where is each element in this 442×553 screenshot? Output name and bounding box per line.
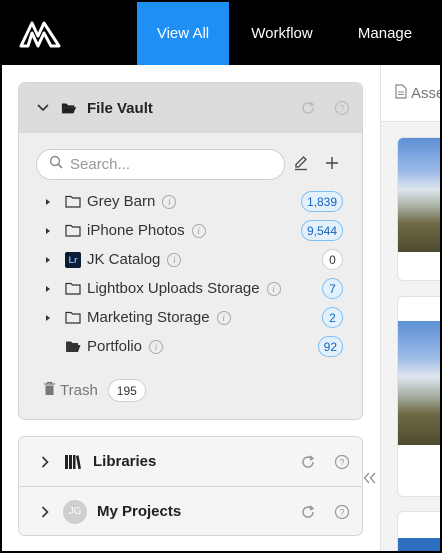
tree-item-label: Portfolio <box>87 338 143 355</box>
svg-text:?: ? <box>339 507 344 517</box>
tree-item-label: Lightbox Uploads Storage <box>87 280 260 297</box>
library-icon <box>63 454 83 470</box>
file-vault-header[interactable]: File Vault ? <box>19 83 362 133</box>
assets-tab-label: Assets <box>411 84 440 102</box>
trash-label: Trash <box>60 382 98 399</box>
folder-icon <box>64 281 82 297</box>
help-icon[interactable]: ? <box>334 454 350 470</box>
search-input[interactable] <box>70 156 270 173</box>
edit-icon[interactable] <box>291 153 311 173</box>
asset-thumbnail <box>398 138 440 252</box>
info-icon[interactable]: i <box>266 282 281 297</box>
info-icon[interactable]: i <box>149 340 164 355</box>
my-projects-title: My Projects <box>97 503 182 520</box>
file-vault-title: File Vault <box>87 99 153 117</box>
folder-icon <box>64 223 82 239</box>
libraries-header[interactable]: Libraries ? <box>19 437 362 486</box>
sidebar: File Vault ? Search... Grey Barn i 1,839… <box>2 65 380 551</box>
tree-item-portfolio[interactable]: Portfolio i 92 <box>19 332 362 361</box>
asset-panel: Assets <box>380 65 440 551</box>
asset-card[interactable] <box>397 511 440 551</box>
svg-text:?: ? <box>339 104 344 114</box>
collapse-sidebar-icon[interactable] <box>363 469 377 485</box>
folder-icon <box>64 194 82 210</box>
my-projects-header[interactable]: JG My Projects ? <box>19 487 362 536</box>
help-icon[interactable]: ? <box>334 504 350 520</box>
info-icon[interactable]: i <box>216 311 231 326</box>
asset-thumbnail <box>398 321 440 445</box>
info-icon[interactable]: i <box>162 195 177 210</box>
caret-right-icon[interactable] <box>44 284 52 294</box>
document-icon <box>395 83 407 103</box>
trash-item[interactable]: Trash 195 <box>43 379 146 402</box>
folder-open-icon <box>61 100 77 116</box>
trash-icon <box>43 381 56 400</box>
tree-item-label: JK Catalog <box>87 251 161 268</box>
tab-assets[interactable]: Assets <box>381 65 440 122</box>
tree-item-grey-barn[interactable]: Grey Barn i 1,839 <box>19 187 362 216</box>
folder-icon <box>64 310 82 326</box>
my-projects-panel: JG My Projects ? <box>18 486 363 536</box>
count-badge: 2 <box>322 307 343 328</box>
tree-item-iphone-photos[interactable]: iPhone Photos i 9,544 <box>19 216 362 245</box>
count-badge: 0 <box>322 249 343 270</box>
refresh-icon[interactable] <box>300 454 316 470</box>
app-logo[interactable] <box>2 2 137 65</box>
file-vault-panel: File Vault ? Search... Grey Barn i 1,839… <box>18 82 363 420</box>
libraries-title: Libraries <box>93 453 157 470</box>
tree-item-label: iPhone Photos <box>87 222 185 239</box>
top-nav: View All Workflow Manage <box>2 2 440 65</box>
asset-card[interactable] <box>397 137 440 281</box>
count-badge: 92 <box>317 336 343 357</box>
info-icon[interactable]: i <box>191 224 206 239</box>
add-icon[interactable] <box>322 153 342 173</box>
tree-item-jk-catalog[interactable]: Lr JK Catalog i 0 <box>19 245 362 274</box>
chevron-right-icon[interactable] <box>37 504 53 520</box>
caret-right-icon[interactable] <box>44 313 52 323</box>
folder-open-icon <box>64 339 82 355</box>
count-badge: 7 <box>322 278 343 299</box>
caret-right-icon[interactable] <box>44 226 52 236</box>
libraries-panel: Libraries ? <box>18 436 363 486</box>
chevron-down-icon[interactable] <box>35 100 51 116</box>
tree-item-label: Grey Barn <box>87 193 156 210</box>
asset-card[interactable] <box>397 296 440 497</box>
count-badge: 1,839 <box>300 191 343 212</box>
lightroom-icon: Lr <box>64 251 82 268</box>
help-icon[interactable]: ? <box>334 100 350 116</box>
count-badge: 9,544 <box>300 220 343 241</box>
tab-view-all[interactable]: View All <box>137 2 229 65</box>
refresh-icon[interactable] <box>300 504 316 520</box>
tree-item-label: Marketing Storage <box>87 309 210 326</box>
refresh-icon[interactable] <box>300 100 316 116</box>
search-box <box>36 149 285 180</box>
app-window: View All Workflow Manage File Vault ? Se… <box>2 2 440 551</box>
chevron-right-icon[interactable] <box>37 454 53 470</box>
logo-icon <box>19 21 61 47</box>
search-icon <box>49 155 63 174</box>
info-icon[interactable]: i <box>167 253 182 268</box>
caret-right-icon[interactable] <box>44 197 52 207</box>
tab-manage[interactable]: Manage <box>335 2 435 65</box>
folder-tree: Grey Barn i 1,839 iPhone Photos i 9,544 Lr <box>19 187 362 361</box>
trash-count-badge: 195 <box>107 379 146 402</box>
tab-workflow[interactable]: Workflow <box>229 2 335 65</box>
avatar: JG <box>63 499 87 524</box>
tree-item-lightbox-uploads-storage[interactable]: Lightbox Uploads Storage i 7 <box>19 274 362 303</box>
caret-right-icon[interactable] <box>44 255 52 265</box>
asset-thumbnail <box>398 538 440 551</box>
tree-item-marketing-storage[interactable]: Marketing Storage i 2 <box>19 303 362 332</box>
svg-text:?: ? <box>339 457 344 467</box>
